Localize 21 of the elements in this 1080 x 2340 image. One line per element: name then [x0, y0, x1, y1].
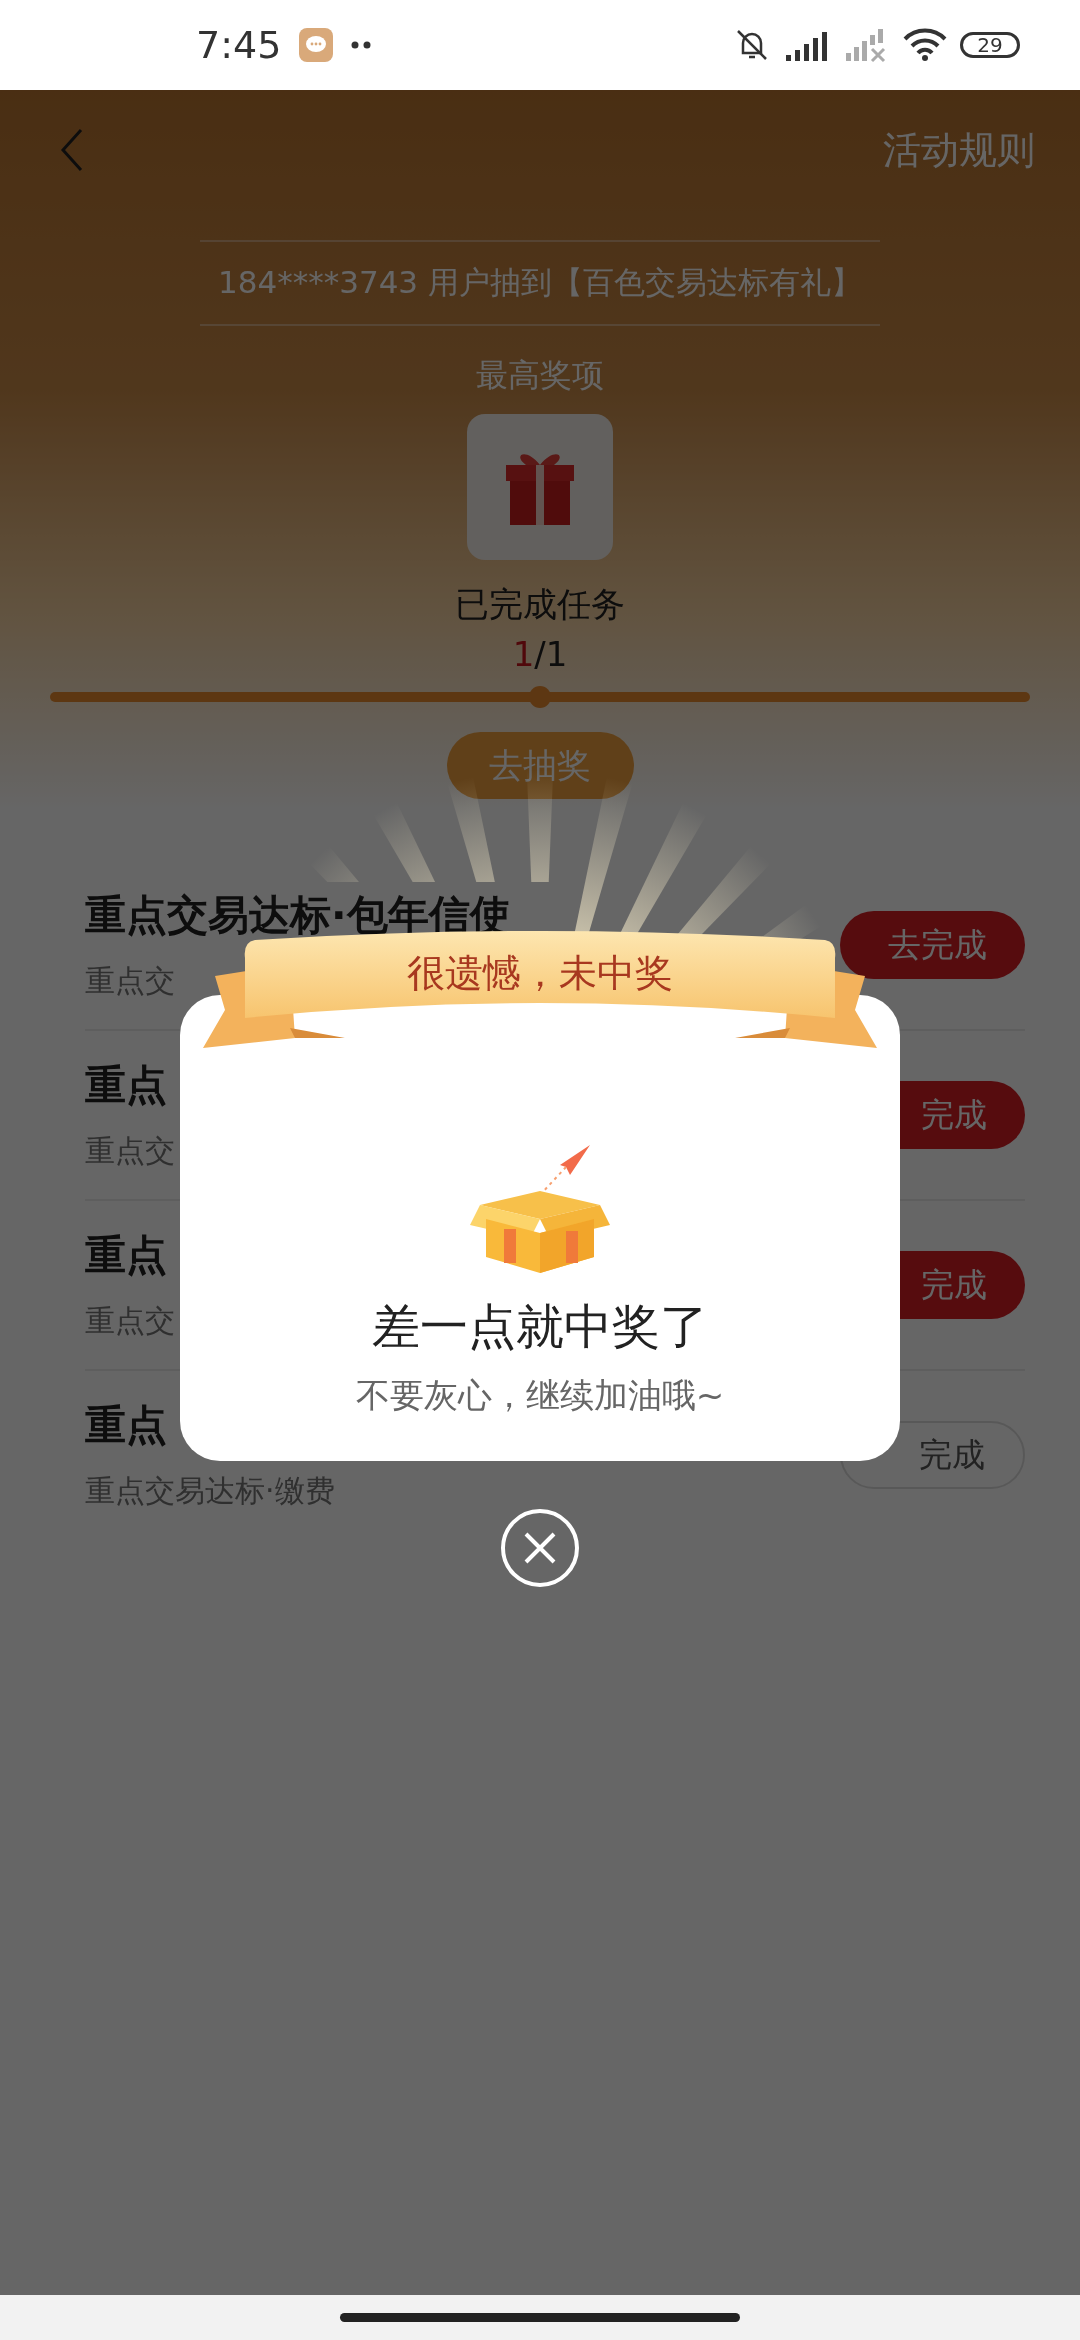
task-title: 重点: [85, 1400, 167, 1451]
open-box-icon: [470, 1145, 610, 1275]
prize-label: 最高奖项: [476, 355, 604, 396]
dialog-title: 差一点就中奖了: [372, 1297, 708, 1356]
progress-count: 1/1: [512, 634, 568, 674]
more-notifications-icon: [351, 41, 372, 49]
home-indicator[interactable]: [340, 2313, 740, 2322]
winner-ticker: 184****3743 用户抽到【百色交易达标有礼】: [200, 240, 880, 326]
complete-button[interactable]: 去完成: [840, 911, 1025, 979]
rules-link[interactable]: 活动规则: [883, 124, 1035, 176]
dialog-message: 不要灰心，继续加油哦~: [355, 1374, 725, 1417]
task-title: 重点: [85, 1060, 167, 1111]
battery-level: 29: [960, 32, 1020, 58]
task-title: 重点: [85, 1230, 167, 1281]
dialog-banner-text: 很遗憾，未中奖: [406, 950, 674, 997]
progress-label: 已完成任务: [455, 583, 625, 626]
status-time: 7:45: [196, 23, 282, 67]
wifi-icon: [902, 27, 948, 63]
chat-app-icon: [299, 28, 334, 62]
back-icon[interactable]: [60, 128, 84, 172]
close-icon[interactable]: [500, 1508, 580, 1588]
